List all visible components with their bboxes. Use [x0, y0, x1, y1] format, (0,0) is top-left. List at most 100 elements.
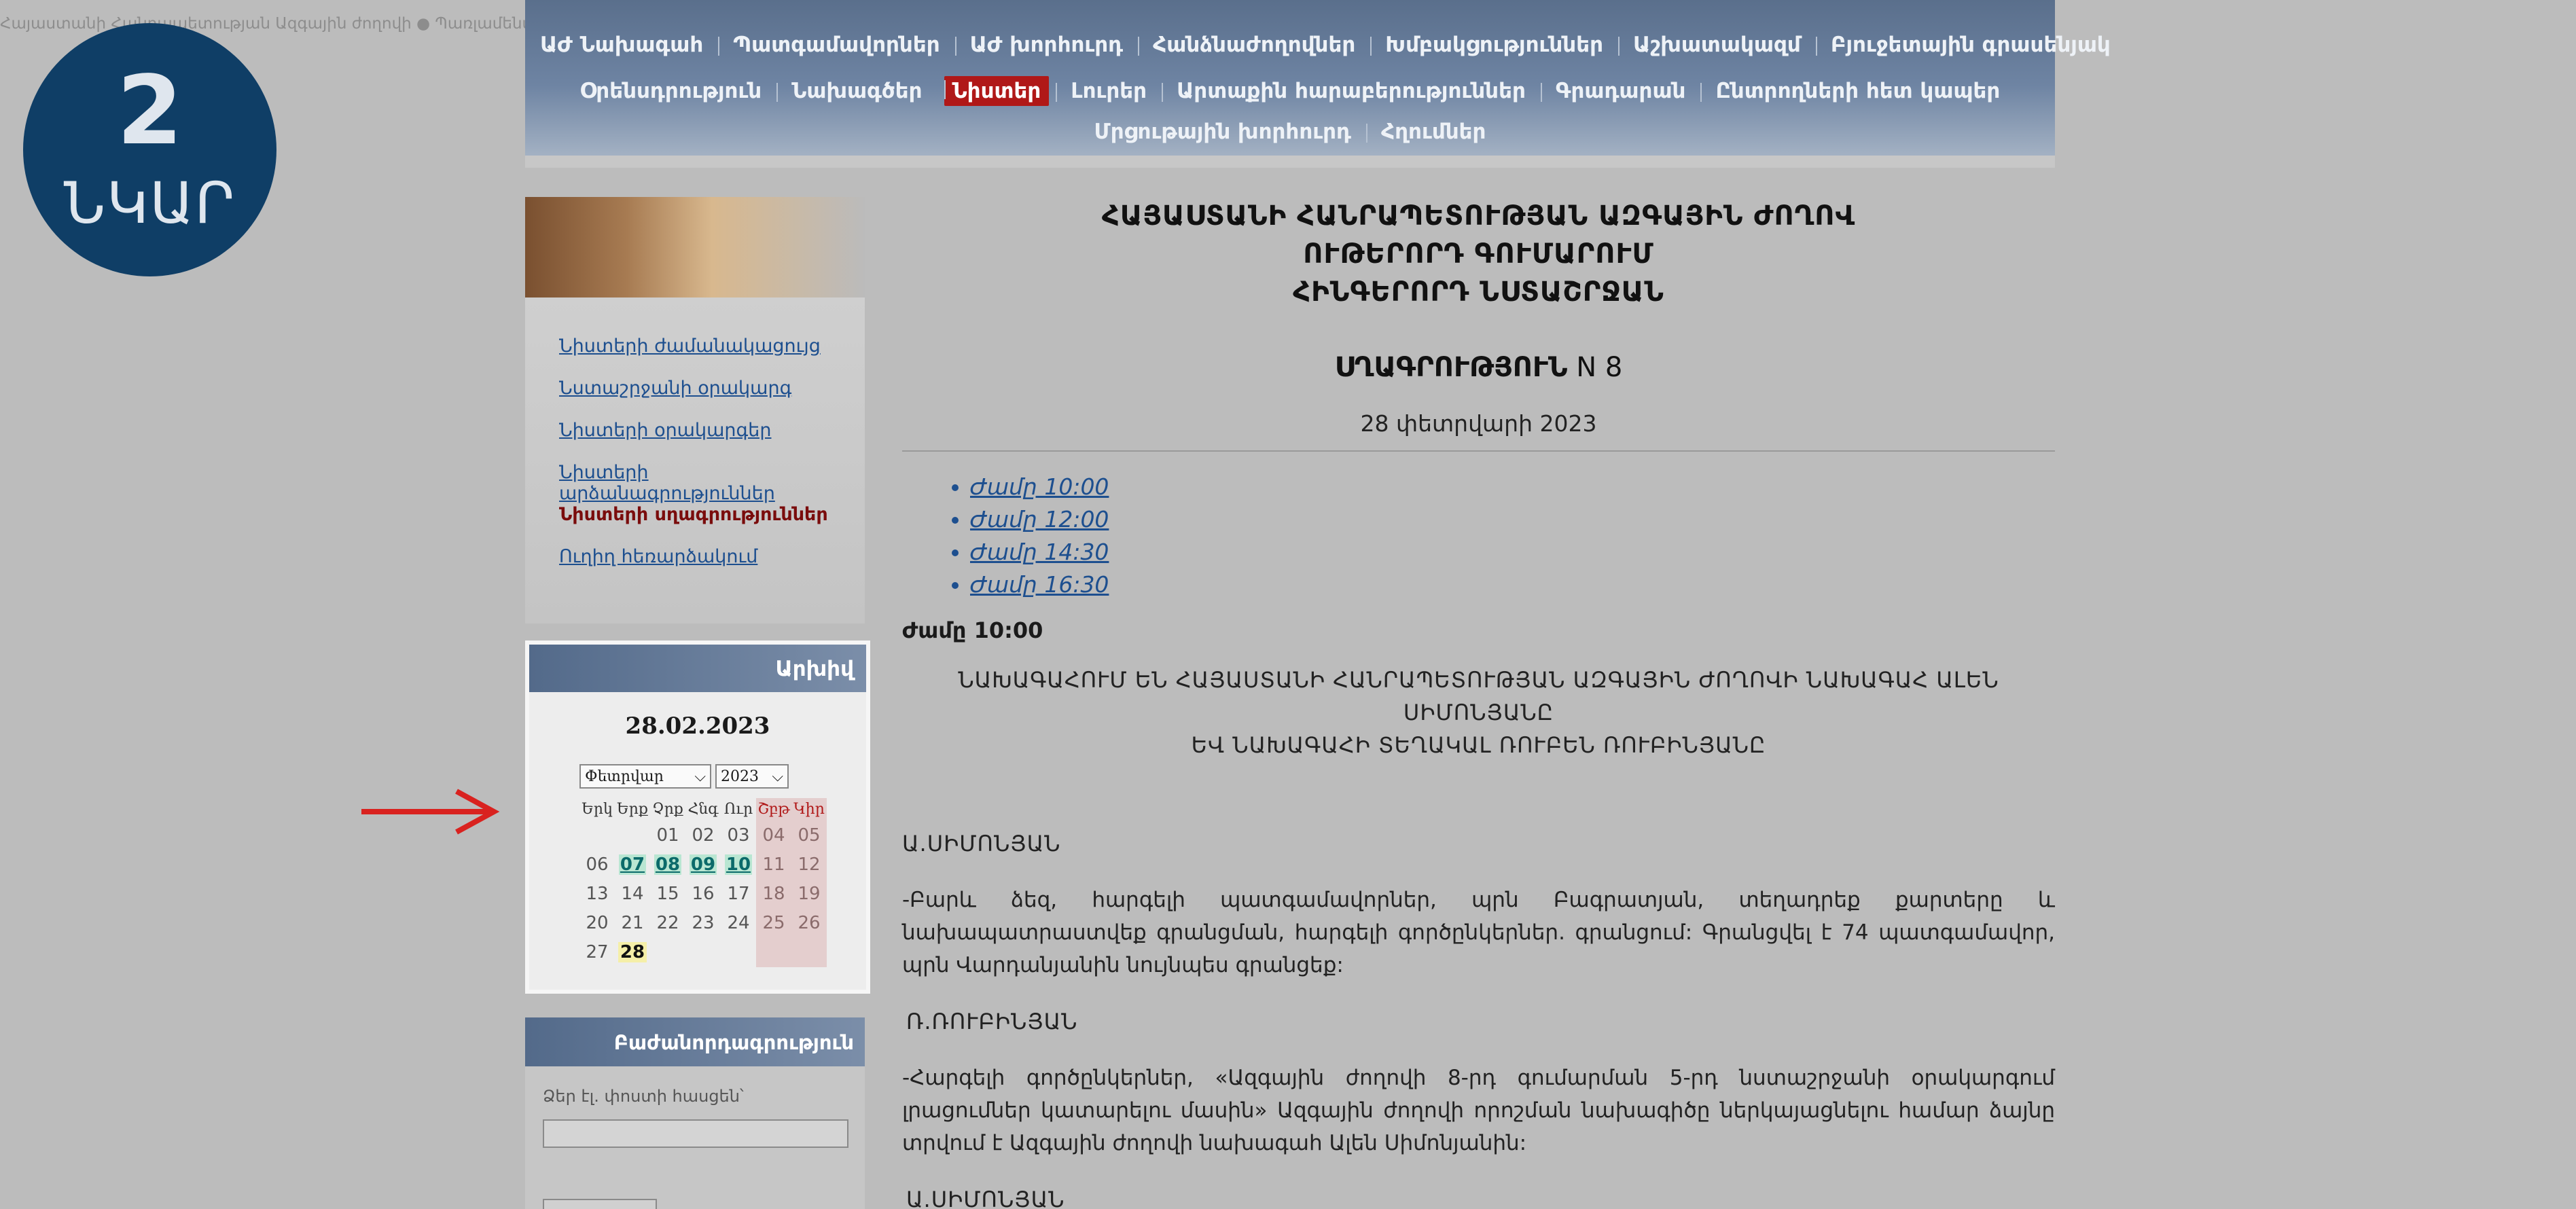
- calendar-day-number: 26: [798, 913, 821, 933]
- sidebar-item-session-agenda[interactable]: Նստաշրջանի օրակարգ: [559, 378, 791, 399]
- calendar-day: 01: [650, 821, 685, 850]
- sidebar-decorative-image: [525, 197, 865, 297]
- calendar-day-number: 16: [692, 884, 715, 904]
- calendar-day-number: 14: [621, 884, 644, 904]
- calendar-day-number: 25: [762, 913, 785, 933]
- time-link[interactable]: Ժամը 14:30: [970, 536, 2055, 569]
- nav-item-drafts[interactable]: Նախագծեր: [776, 79, 937, 103]
- month-select[interactable]: Փետրվար ⌵: [579, 764, 711, 789]
- nav-item-sessions[interactable]: Նիստեր: [944, 76, 1050, 106]
- nav-item-council[interactable]: ԱԺ խորհուրդ: [954, 33, 1138, 57]
- year-select-value: 2023: [721, 768, 759, 785]
- nav-item-factions[interactable]: Խմբակցություններ: [1370, 33, 1618, 57]
- calendar-day: 03: [721, 821, 756, 850]
- sidebar-item-live-broadcast[interactable]: Ուղիղ հեռարձակում: [559, 546, 757, 567]
- speaker-name: Ա.ՍԻՄՈՆՅԱՆ: [902, 831, 1061, 856]
- sidebar-item-transcripts[interactable]: Նիստերի սղագրություններ: [559, 504, 828, 525]
- chevron-down-icon: ⌵: [694, 768, 706, 785]
- calendar-day: 13: [579, 880, 615, 909]
- calendar-day-number: 12: [798, 854, 821, 875]
- nav-item-president[interactable]: ԱԺ Նախագահ: [525, 33, 718, 57]
- sidebar-menu: Նիստերի ժամանակացույց Նստաշրջանի օրակարգ…: [525, 297, 865, 624]
- calendar-day-number: 19: [798, 884, 821, 904]
- time-link[interactable]: Ժամը 16:30: [970, 569, 2055, 601]
- calendar-day: 16: [685, 880, 721, 909]
- nav-item-links[interactable]: Հղումներ: [1365, 120, 1501, 144]
- subscribe-button[interactable]: [543, 1199, 657, 1209]
- transcript-number: N 8: [1576, 352, 1623, 383]
- chevron-down-icon: ⌵: [772, 768, 783, 785]
- red-arrow-icon: [361, 789, 500, 835]
- email-field[interactable]: [543, 1119, 848, 1148]
- calendar-day: 05: [791, 821, 827, 850]
- calendar-day: 02: [685, 821, 721, 850]
- nav-item-competition-council[interactable]: Մրցութային խորհուրդ: [1079, 120, 1366, 144]
- nav-row-3: Մրցութային խորհուրդ Հղումներ: [525, 120, 2055, 144]
- calendar-week: 20 21 22 23 24 25 26: [579, 909, 827, 938]
- calendar-day-number: 08: [654, 854, 682, 875]
- calendar-day[interactable]: 07: [615, 850, 650, 880]
- calendar-day-number: 02: [692, 825, 715, 846]
- calendar-day[interactable]: 08: [650, 850, 685, 880]
- nav-item-voters[interactable]: Ընտրողների հետ կապեր: [1700, 79, 2015, 103]
- calendar-day: 22: [650, 909, 685, 938]
- sidebar-item-agendas[interactable]: Նիստերի օրակարգեր: [559, 420, 772, 441]
- calendar-empty-cell: [791, 938, 827, 967]
- calendar-day-number: 10: [724, 854, 753, 875]
- calendar-day[interactable]: 09: [685, 850, 721, 880]
- time-link[interactable]: Ժամը 10:00: [970, 471, 2055, 503]
- site-header: ԱԺ Նախագահ Պատգամավորներ ԱԺ խորհուրդ Հանձնա…: [525, 0, 2111, 168]
- transcript-title: ՍՂԱԳՐՈՒԹՅՈՒՆ N 8: [902, 352, 2055, 383]
- subscription-panel: Ձեր էլ. փոստի հասցեն՝: [525, 1066, 865, 1209]
- presiding-line-1: ՆԱԽԱԳԱՀՈՒՄ ԵՆ ՀԱՅԱՍՏԱՆԻ ՀԱՆՐԱՊԵՏՈՒԹՅԱՆ Ա…: [958, 667, 1999, 725]
- nav-item-foreign-relations[interactable]: Արտաքին հարաբերություններ: [1162, 79, 1541, 103]
- calendar-week: 01 02 03 04 05: [579, 821, 827, 850]
- main-content: ՀԱՅԱՍՏԱՆԻ ՀԱՆՐԱՊԵՏՈՒԹՅԱՆ ԱԶԳԱՅԻՆ ԺՈՂՈՎ Ո…: [902, 197, 2055, 1209]
- calendar-day[interactable]: 10: [721, 850, 756, 880]
- calendar-day-number: 28: [618, 942, 647, 962]
- transcript-label: ՍՂԱԳՐՈՒԹՅՈՒՆ: [1334, 352, 1568, 383]
- nav-item-news[interactable]: Լուրեր: [1056, 79, 1162, 103]
- weekday-header: Շբթ: [756, 798, 791, 821]
- page-title-line-3: ՀԻՆԳԵՐՈՐԴ ՆՍՏԱՇՐՋԱՆ: [1293, 276, 1664, 308]
- calendar-day: 21: [615, 909, 650, 938]
- weekday-header: Երք: [617, 801, 648, 818]
- calendar-day: 27: [579, 938, 615, 967]
- calendar-day-number: 13: [586, 884, 609, 904]
- calendar-grid: Երկ Երք Չրք Հնգ Ուր Շբթ Կիր 01 02 03 04 05 06 07 08 09 1…: [579, 798, 827, 967]
- year-select[interactable]: 2023 ⌵: [715, 764, 789, 789]
- weekday-header: Չրք: [652, 801, 683, 818]
- page-title-line-1: ՀԱՅԱՍՏԱՆԻ ՀԱՆՐԱՊԵՏՈՒԹՅԱՆ ԱԶԳԱՅԻՆ ԺՈՂՈՎ: [1101, 200, 1856, 232]
- nav-item-committees[interactable]: Հանձնաժողովներ: [1138, 33, 1370, 57]
- calendar-week: 13 14 15 16 17 18 19: [579, 880, 827, 909]
- archive-calendar: Արխիվ 28.02.2023 Փետրվար ⌵ 2023 ⌵ Երկ Երք Չրք…: [525, 640, 870, 994]
- page-title-line-2: ՈՒԹԵՐՈՐԴ ԳՈՒՄԱՐՈՒՄ: [1303, 238, 1654, 270]
- calendar-day: 19: [791, 880, 827, 909]
- nav-row-1: ԱԺ Նախագահ Պատգամավորներ ԱԺ խորհուրդ Հանձնա…: [525, 33, 2111, 57]
- calendar-day-number: 07: [618, 854, 647, 875]
- sidebar-item-protocols[interactable]: Նիստերի արձանագրություններ: [559, 462, 865, 504]
- calendar-day-number: 04: [762, 825, 785, 846]
- calendar-day-number: 05: [798, 825, 821, 846]
- weekday-header: Կիր: [791, 798, 827, 821]
- sidebar-item-schedule[interactable]: Նիստերի ժամանակացույց: [559, 336, 821, 357]
- nav-item-budget-office[interactable]: Բյուջետային գրասենյակ: [1815, 33, 2126, 57]
- calendar-day[interactable]: 28: [615, 938, 650, 967]
- calendar-selected-date: 28.02.2023: [625, 712, 770, 740]
- email-label: Ձեր էլ. փոստի հասցեն՝: [543, 1087, 744, 1106]
- time-link[interactable]: Ժամը 12:00: [970, 503, 2055, 536]
- nav-item-legislation[interactable]: Օրենսդրություն: [565, 79, 777, 103]
- calendar-day-number: 24: [727, 913, 750, 933]
- calendar-day: 04: [756, 821, 791, 850]
- calendar-empty-cell: [721, 938, 756, 967]
- speaker-name: Ա.ՍԻՄՈՆՅԱՆ: [906, 1187, 1065, 1209]
- badge-word: ՆԿԱՐ: [63, 170, 236, 236]
- calendar-day: 15: [650, 880, 685, 909]
- speech-paragraph: -Հարգելի գործընկերներ, «Ազգային ժողովի 8…: [902, 1066, 2055, 1155]
- presiding-line-2: ԵՎ ՆԱԽԱԳԱՀԻ ՏԵՂԱԿԱԼ ՌՈՒԲԵՆ ՌՈՒԲԻՆՅԱՆԸ: [1191, 732, 1766, 758]
- calendar-day: 25: [756, 909, 791, 938]
- nav-item-library[interactable]: Գրադարան: [1540, 79, 1701, 103]
- nav-item-deputies[interactable]: Պատգամավորներ: [718, 33, 954, 57]
- calendar-empty-cell: [615, 821, 650, 850]
- nav-item-staff[interactable]: Աշխատակազմ: [1618, 33, 1816, 57]
